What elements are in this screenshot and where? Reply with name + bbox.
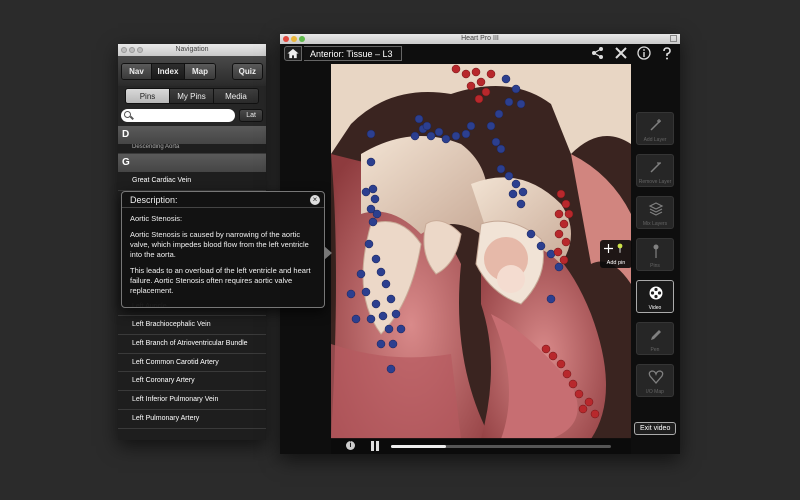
tab-map[interactable]: Map <box>185 63 215 79</box>
pins-button[interactable]: Pins <box>636 238 674 271</box>
popup-heading: Description: <box>122 192 324 208</box>
quiz-button[interactable]: Quiz <box>231 62 263 80</box>
app-title: Heart Pro III <box>461 35 499 42</box>
video-info-icon[interactable]: i <box>346 441 355 450</box>
sub-tab-group: Pins My Pins Media <box>125 88 259 104</box>
fullscreen-icon[interactable] <box>670 35 677 42</box>
mix-layers-icon <box>648 202 664 216</box>
close-icon[interactable]: × <box>310 195 320 205</box>
breadcrumb[interactable]: Anterior: Tissue – L3 <box>304 46 402 61</box>
minimize-dot-icon[interactable] <box>129 47 135 53</box>
mix-layers-button[interactable]: Mix Layers <box>636 196 674 229</box>
info-icon[interactable] <box>637 46 651 60</box>
remove-layer-button[interactable]: Remove Layer <box>636 154 674 187</box>
tools-icon[interactable] <box>614 46 628 60</box>
heart-map-icon <box>648 370 664 384</box>
video-reel-icon <box>649 286 663 300</box>
share-icon[interactable] <box>591 46 605 60</box>
tool-label: Remove Layer <box>638 179 672 185</box>
sub-tab-bar: Pins My Pins Media <box>118 86 266 104</box>
add-pin-label: Add pin <box>606 260 626 266</box>
video-controls: i <box>331 438 631 454</box>
top-tab-group: Nav Index Map <box>121 62 216 80</box>
tool-label: Add Layer <box>643 137 667 143</box>
video-progress-bar[interactable] <box>391 445 611 448</box>
pen-button[interactable]: Pen <box>636 322 674 355</box>
pause-icon[interactable] <box>371 441 380 451</box>
search-row: Lat <box>118 104 266 126</box>
popup-paragraph: This leads to an overload of the left ve… <box>130 266 311 295</box>
home-icon <box>287 48 299 59</box>
main-titlebar[interactable]: Heart Pro III <box>280 34 680 44</box>
close-dot-icon[interactable] <box>121 47 127 53</box>
remove-layer-icon <box>650 162 661 173</box>
pin-icon <box>653 244 659 258</box>
main-window: Heart Pro III Anterior: Tissue – L3 Add … <box>280 34 680 454</box>
window-controls <box>283 36 305 42</box>
help-icon[interactable] <box>660 46 674 60</box>
list-item[interactable]: Left Branch of Atrioventricular Bundle <box>118 335 266 354</box>
section-header-g: G <box>118 154 266 172</box>
heart-3d-view[interactable] <box>331 64 631 439</box>
search-icon <box>124 110 131 118</box>
tab-index[interactable]: Index <box>152 63 185 79</box>
close-dot-icon[interactable] <box>283 36 289 42</box>
tab-my-pins[interactable]: My Pins <box>170 89 214 103</box>
list-item[interactable]: Left Common Carotid Artery <box>118 353 266 373</box>
pen-icon <box>651 330 661 340</box>
list-item[interactable]: Left Inferior Pulmonary Vein <box>118 391 266 410</box>
zoom-dot-icon[interactable] <box>137 47 143 53</box>
navigation-title: Navigation <box>175 46 209 53</box>
main-toolbar: Anterior: Tissue – L3 <box>280 44 680 64</box>
tool-label: Pen <box>650 347 660 353</box>
zoom-dot-icon[interactable] <box>299 36 305 42</box>
pin-head-icon <box>617 243 623 253</box>
section-header-d: D <box>118 126 266 144</box>
heart-illustration <box>331 64 631 439</box>
tool-panel: Add Layer Remove Layer Mix Layers Pins V… <box>636 112 674 406</box>
tool-label: Mix Layers <box>642 221 668 227</box>
search-input[interactable] <box>133 109 225 117</box>
popup-body: Aortic Stenosis: Aortic Stenosis is caus… <box>122 208 324 308</box>
list-item[interactable]: Descending Aorta <box>118 144 266 154</box>
tool-label: I/O Map <box>646 389 664 395</box>
exit-video-button[interactable]: Exit video <box>634 422 677 435</box>
list-item[interactable]: Great Cardiac Vein <box>118 172 266 191</box>
list-item[interactable]: Left Pulmonary Artery <box>118 409 266 429</box>
move-icon <box>604 244 613 253</box>
add-layer-button[interactable]: Add Layer <box>636 112 674 145</box>
tab-pins[interactable]: Pins <box>126 89 170 103</box>
tab-nav[interactable]: Nav <box>122 63 152 79</box>
add-pin-tooltip[interactable]: Add pin <box>600 240 632 268</box>
search-field[interactable] <box>121 108 236 122</box>
video-button[interactable]: Video <box>636 280 674 313</box>
io-map-button[interactable]: I/O Map <box>636 364 674 397</box>
window-controls <box>121 47 143 53</box>
tool-label: Video <box>648 305 662 311</box>
description-popup: Description: × Aortic Stenosis: Aortic S… <box>121 191 332 308</box>
nav-toolbar: Nav Index Map Quiz <box>118 56 266 86</box>
home-button[interactable] <box>284 46 302 61</box>
add-layer-icon <box>650 119 661 131</box>
lat-button[interactable]: Lat <box>239 108 263 122</box>
toolbar-icons <box>591 46 674 60</box>
navigation-titlebar[interactable]: Navigation <box>118 44 266 56</box>
tool-label: Pins <box>650 263 660 269</box>
video-progress-fill <box>391 445 446 448</box>
popup-title: Aortic Stenosis: <box>130 214 183 223</box>
popup-paragraph: Aortic Stenosis is caused by narrowing o… <box>130 230 309 259</box>
list-item[interactable]: Left Brachiocephalic Vein <box>118 316 266 336</box>
minimize-dot-icon[interactable] <box>291 36 297 42</box>
tab-media[interactable]: Media <box>214 89 258 103</box>
list-item[interactable]: Left Coronary Artery <box>118 372 266 392</box>
